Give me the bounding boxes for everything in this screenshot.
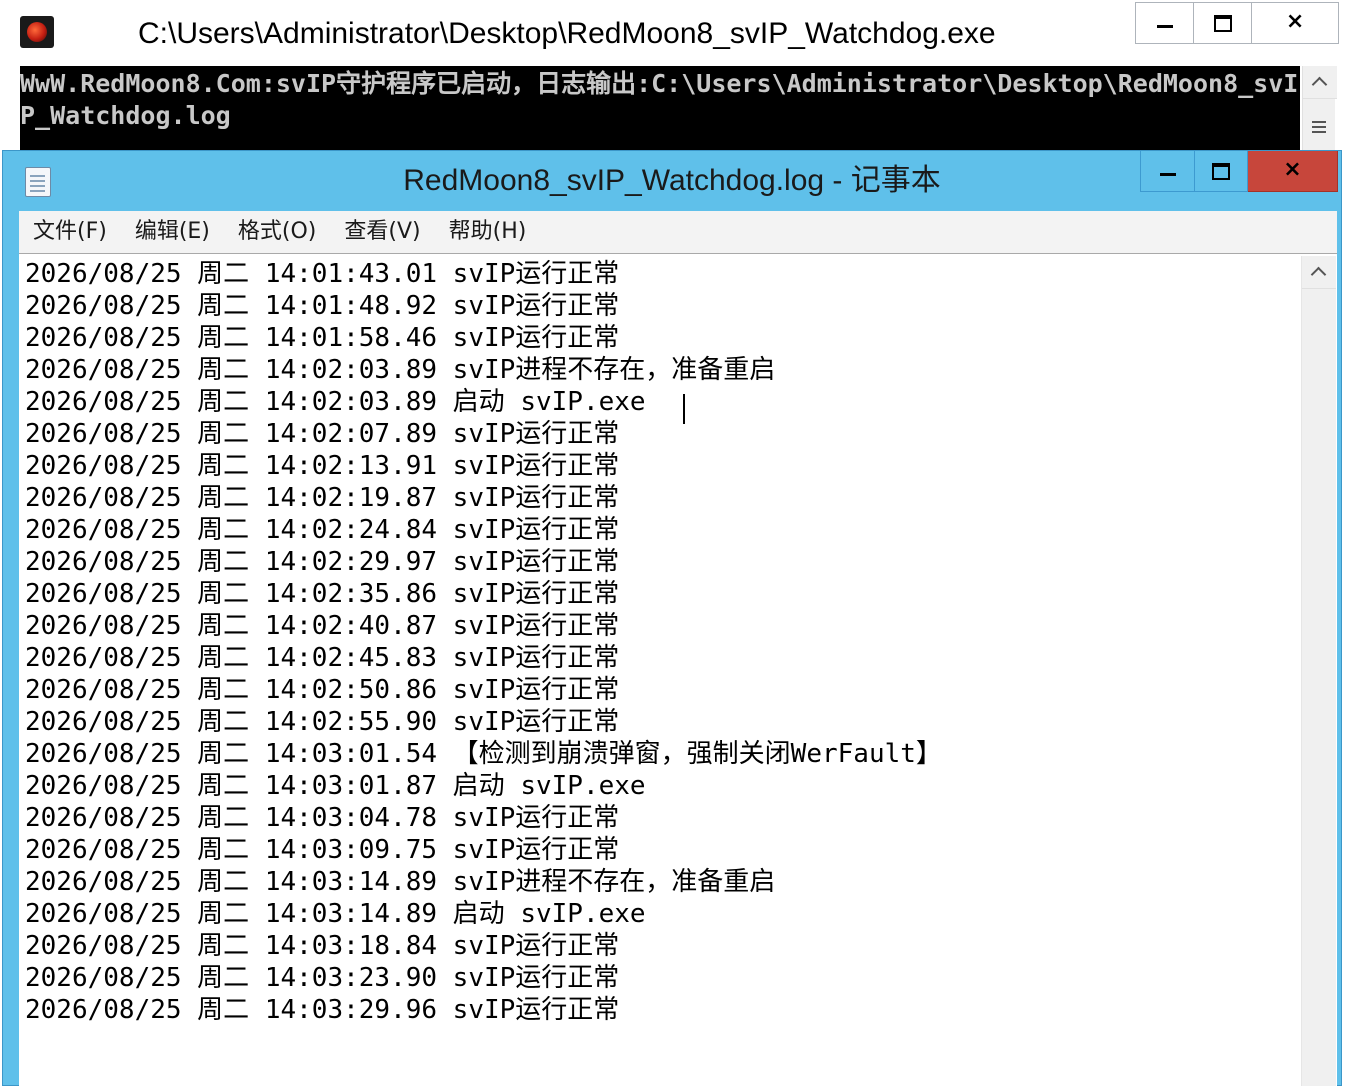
notepad-text-area[interactable]: 2026/08/25 周二 14:01:43.01 svIP运行正常 2026/0… [19, 253, 1337, 1086]
redmoon-app-icon [20, 16, 54, 48]
log-line: 2026/08/25 周二 14:01:48.92 svIP运行正常 [25, 291, 620, 321]
log-line: 2026/08/25 周二 14:01:43.01 svIP运行正常 [25, 259, 620, 289]
console-scrollbar[interactable] [1302, 66, 1337, 152]
notepad-titlebar[interactable]: RedMoon8_svIP_Watchdog.log - 记事本 × [3, 151, 1341, 211]
log-line: 2026/08/25 周二 14:02:50.86 svIP运行正常 [25, 675, 620, 705]
log-line: 2026/08/25 周二 14:03:23.90 svIP运行正常 [25, 963, 620, 993]
scroll-grip-icon [1312, 121, 1326, 123]
log-line: 2026/08/25 周二 14:02:03.89 启动 svIP.exe [25, 387, 646, 417]
log-line: 2026/08/25 周二 14:02:55.90 svIP运行正常 [25, 707, 620, 737]
notepad-maximize-button[interactable] [1195, 151, 1248, 192]
chevron-up-icon [1311, 76, 1328, 93]
console-scroll-up-button[interactable] [1303, 66, 1337, 99]
log-line: 2026/08/25 周二 14:02:24.84 svIP运行正常 [25, 515, 620, 545]
notepad-window-controls: × [1140, 151, 1338, 193]
log-content: 2026/08/25 周二 14:01:43.01 svIP运行正常 2026/0… [25, 258, 1295, 1026]
console-maximize-button[interactable] [1194, 3, 1253, 43]
log-line: 2026/08/25 周二 14:03:18.84 svIP运行正常 [25, 931, 620, 961]
close-icon: × [1285, 9, 1305, 34]
maximize-icon [1213, 15, 1232, 32]
menu-file[interactable]: 文件(F) [19, 211, 121, 253]
log-line: 2026/08/25 周二 14:03:14.89 svIP进程不存在，准备重启 [25, 867, 776, 897]
log-line: 2026/08/25 周二 14:03:09.75 svIP运行正常 [25, 835, 620, 865]
notepad-minimize-button[interactable] [1140, 151, 1196, 192]
log-line: 2026/08/25 周二 14:03:04.78 svIP运行正常 [25, 803, 620, 833]
log-line: 2026/08/25 周二 14:02:35.86 svIP运行正常 [25, 579, 620, 609]
log-line: 2026/08/25 周二 14:02:40.87 svIP运行正常 [25, 611, 620, 641]
menu-edit[interactable]: 编辑(E) [121, 211, 224, 253]
text-caret [683, 394, 685, 424]
minimize-icon [1156, 25, 1173, 28]
console-output-text: WwW.RedMoon8.Com:svIP守护程序已启动，日志输出:C:\Use… [20, 69, 1299, 130]
log-line: 2026/08/25 周二 14:03:14.89 启动 svIP.exe [25, 899, 646, 929]
menu-format[interactable]: 格式(O) [224, 211, 330, 253]
notepad-vertical-scrollbar[interactable] [1301, 256, 1336, 1086]
log-line: 2026/08/25 周二 14:03:01.87 启动 svIP.exe [25, 771, 646, 801]
maximize-icon [1212, 163, 1231, 180]
close-icon: × [1283, 157, 1302, 182]
log-line: 2026/08/25 周二 14:03:01.54 【检测到崩溃弹窗，强制关闭W… [25, 739, 942, 769]
chevron-up-icon [1310, 266, 1327, 283]
notepad-menubar: 文件(F) 编辑(E) 格式(O) 查看(V) 帮助(H) [19, 211, 1337, 254]
log-line: 2026/08/25 周二 14:02:45.83 svIP运行正常 [25, 643, 620, 673]
console-minimize-button[interactable] [1136, 3, 1195, 43]
log-line: 2026/08/25 周二 14:02:19.87 svIP运行正常 [25, 483, 620, 513]
log-line: 2026/08/25 周二 14:03:29.96 svIP运行正常 [25, 995, 620, 1025]
log-line: 2026/08/25 周二 14:02:07.89 svIP运行正常 [25, 419, 620, 449]
log-line: 2026/08/25 周二 14:02:29.97 svIP运行正常 [25, 547, 620, 577]
console-window: C:\Users\Administrator\Desktop\RedMoon8_… [0, 0, 1354, 160]
log-line: 2026/08/25 周二 14:01:58.46 svIP运行正常 [25, 323, 620, 353]
log-line: 2026/08/25 周二 14:02:13.91 svIP运行正常 [25, 451, 620, 481]
notepad-window: RedMoon8_svIP_Watchdog.log - 记事本 × 文件(F)… [2, 150, 1342, 1086]
log-line: 2026/08/25 周二 14:02:03.89 svIP进程不存在，准备重启 [25, 355, 776, 385]
console-titlebar[interactable]: C:\Users\Administrator\Desktop\RedMoon8_… [0, 0, 1354, 66]
console-window-controls: × [1135, 2, 1339, 44]
menu-help[interactable]: 帮助(H) [435, 211, 541, 253]
console-window-title: C:\Users\Administrator\Desktop\RedMoon8_… [138, 17, 996, 50]
menu-view[interactable]: 查看(V) [330, 211, 434, 253]
minimize-icon [1159, 173, 1176, 176]
notepad-close-button[interactable]: × [1247, 151, 1338, 192]
notepad-scroll-up-button[interactable] [1302, 256, 1336, 289]
console-close-button[interactable]: × [1252, 3, 1338, 43]
console-output-area[interactable]: WwW.RedMoon8.Com:svIP守护程序已启动，日志输出:C:\Use… [20, 66, 1300, 152]
